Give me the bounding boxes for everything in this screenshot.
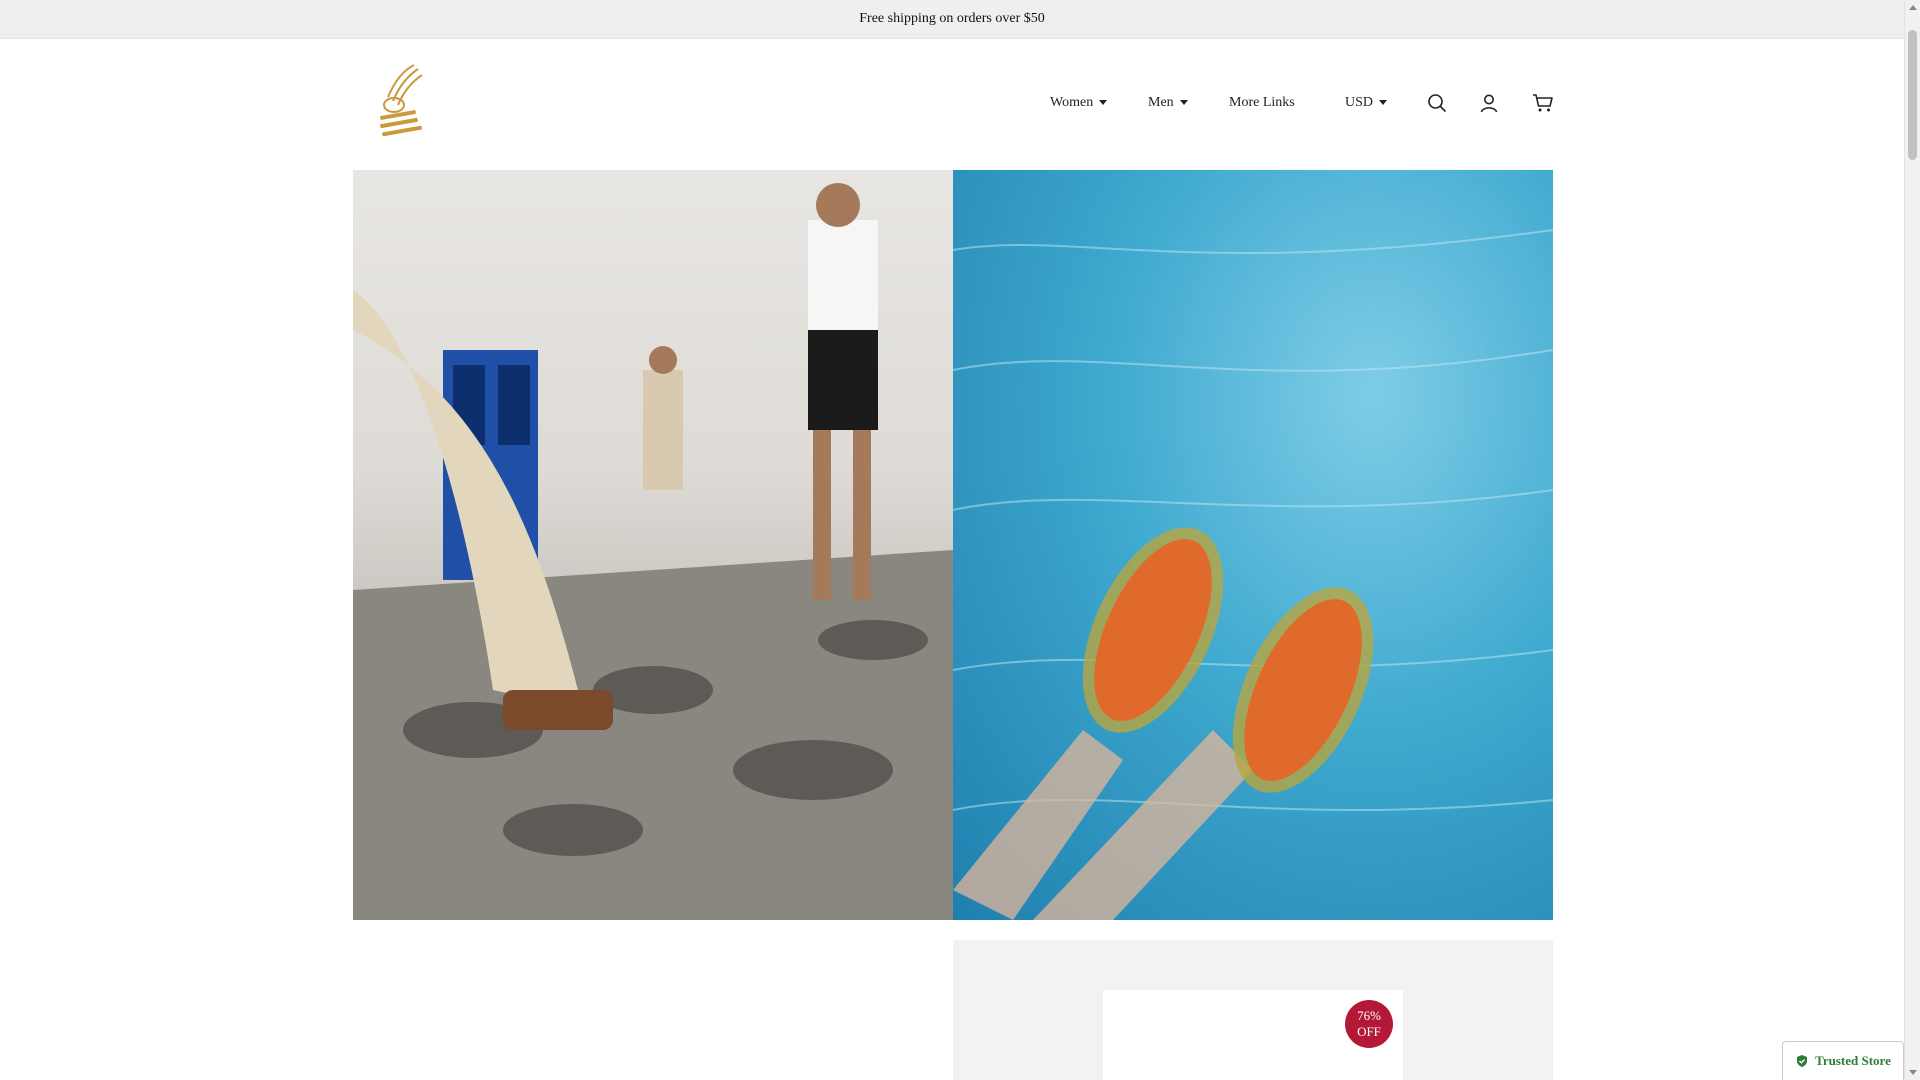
hero-image-left[interactable] <box>353 170 953 920</box>
announcement-text: Free shipping on orders over $50 <box>859 11 1045 26</box>
shield-check-icon <box>1797 1055 1808 1067</box>
account-icon <box>1480 94 1498 113</box>
nav-women[interactable]: Women <box>1050 95 1108 111</box>
currency-selector[interactable]: USD <box>1345 95 1388 111</box>
chevron-down-icon <box>1379 99 1388 105</box>
scroll-up-icon[interactable] <box>1909 5 1917 10</box>
nav-women-label: Women <box>1050 95 1094 110</box>
nav-men[interactable]: Men <box>1148 95 1188 111</box>
sale-badge-label: OFF <box>1357 1024 1381 1039</box>
sale-badge: 76% OFF <box>1345 1000 1393 1048</box>
nav-more-links-label: More Links <box>1229 95 1295 110</box>
search-icon <box>1428 94 1447 113</box>
product-card[interactable]: 76% OFF <box>953 940 1553 1080</box>
cart-button[interactable] <box>1530 90 1556 116</box>
announcement-bar: Free shipping on orders over $50 <box>0 0 1904 39</box>
cart-icon <box>1533 94 1553 112</box>
chevron-down-icon <box>1099 99 1108 105</box>
site-header: Women Men More Links USD <box>0 39 1904 169</box>
hero-image-right[interactable] <box>953 170 1553 920</box>
product-image[interactable]: 76% OFF <box>1103 990 1403 1080</box>
trusted-store-badge[interactable]: Trusted Store <box>1782 1041 1904 1080</box>
nav-more-links[interactable]: More Links <box>1229 95 1295 111</box>
currency-value: USD <box>1345 95 1374 110</box>
sale-badge-percent: 76% <box>1357 1008 1381 1023</box>
nav-men-label: Men <box>1148 95 1174 110</box>
scroll-down-icon[interactable] <box>1909 1070 1917 1075</box>
account-button[interactable] <box>1476 90 1502 116</box>
search-button[interactable] <box>1424 90 1450 116</box>
chevron-down-icon <box>1179 99 1188 105</box>
hero-banner <box>353 170 1553 920</box>
brand-logo[interactable] <box>374 61 430 143</box>
scroll-thumb[interactable] <box>1908 30 1917 160</box>
trusted-store-label: Trusted Store <box>1815 1053 1891 1068</box>
page-scrollbar[interactable] <box>1904 0 1920 1080</box>
